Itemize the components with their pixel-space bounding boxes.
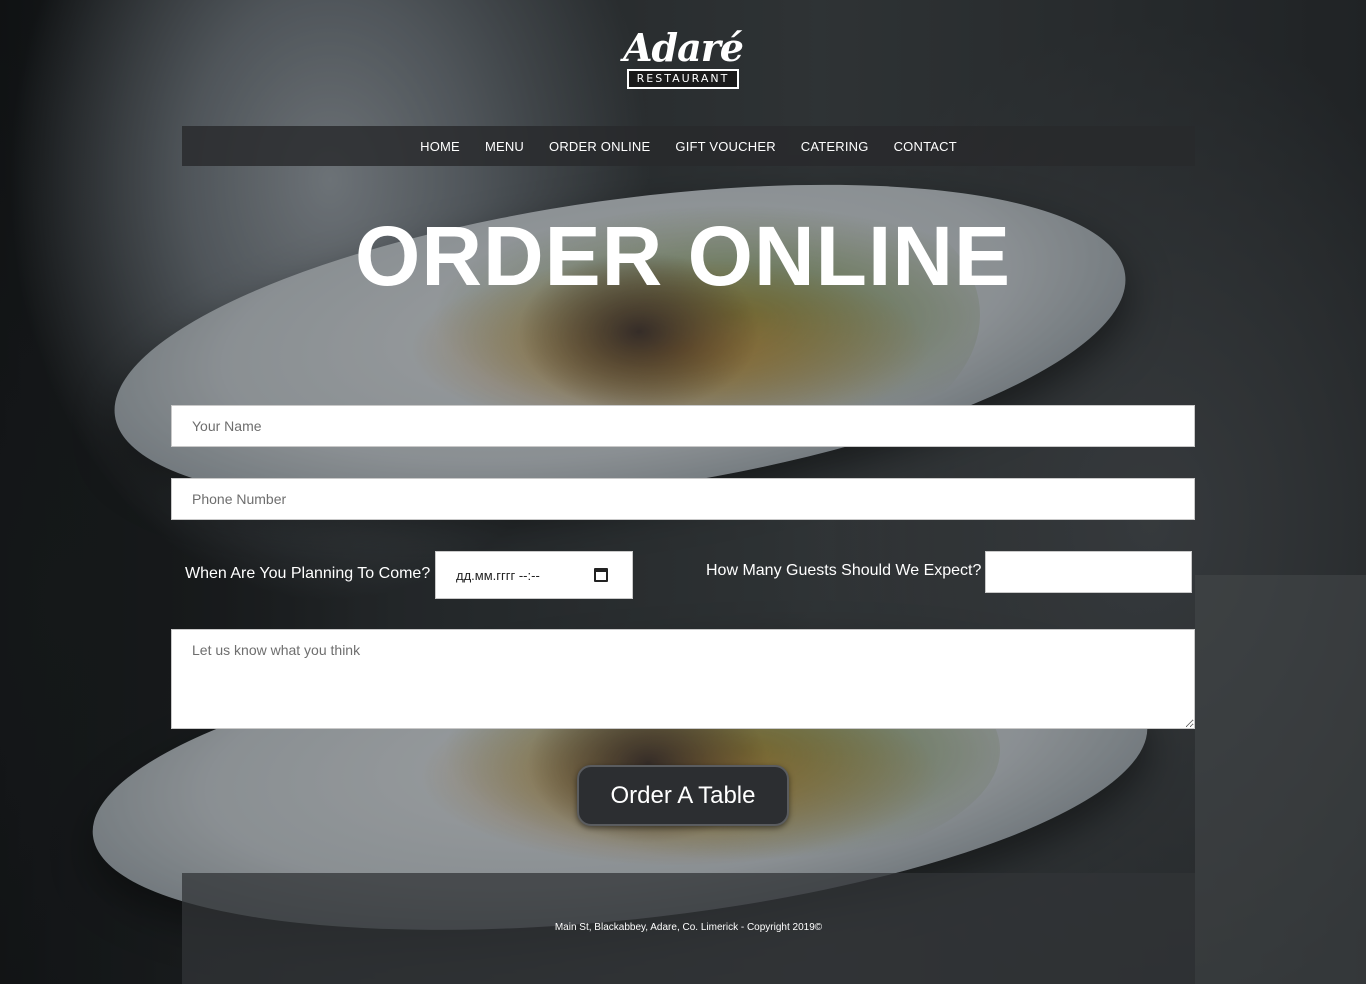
nav-menu[interactable]: MENU bbox=[485, 139, 524, 154]
name-input[interactable] bbox=[171, 405, 1195, 447]
main-nav: HOME MENU ORDER ONLINE GIFT VOUCHER CATE… bbox=[182, 126, 1195, 166]
guests-label: How Many Guests Should We Expect? bbox=[706, 562, 982, 579]
page-title: ORDER ONLINE bbox=[354, 209, 1012, 303]
order-table-button[interactable]: Order A Table bbox=[577, 765, 789, 826]
nav-order-online[interactable]: ORDER ONLINE bbox=[549, 139, 650, 154]
guests-input[interactable] bbox=[985, 551, 1192, 593]
nav-contact[interactable]: CONTACT bbox=[894, 139, 957, 154]
message-textarea[interactable] bbox=[171, 629, 1195, 729]
nav-home[interactable]: HOME bbox=[420, 139, 460, 154]
logo[interactable]: Adaré RESTAURANT bbox=[616, 25, 750, 89]
logo-subtitle: RESTAURANT bbox=[626, 69, 740, 89]
date-label: When Are You Planning To Come? bbox=[185, 565, 431, 582]
background-panel-right bbox=[1195, 575, 1366, 984]
date-input[interactable]: дд.мм.гггг --:-- bbox=[435, 551, 633, 599]
footer-address: Main St, Blackabbey, Adare, Co. Limerick… bbox=[554, 922, 823, 933]
date-value: дд.мм.гггг --:-- bbox=[456, 567, 540, 583]
logo-script: Adaré bbox=[623, 25, 744, 70]
nav-gift-voucher[interactable]: GIFT VOUCHER bbox=[675, 139, 775, 154]
nav-catering[interactable]: CATERING bbox=[801, 139, 869, 154]
phone-input[interactable] bbox=[171, 478, 1195, 520]
calendar-icon[interactable] bbox=[594, 568, 608, 582]
